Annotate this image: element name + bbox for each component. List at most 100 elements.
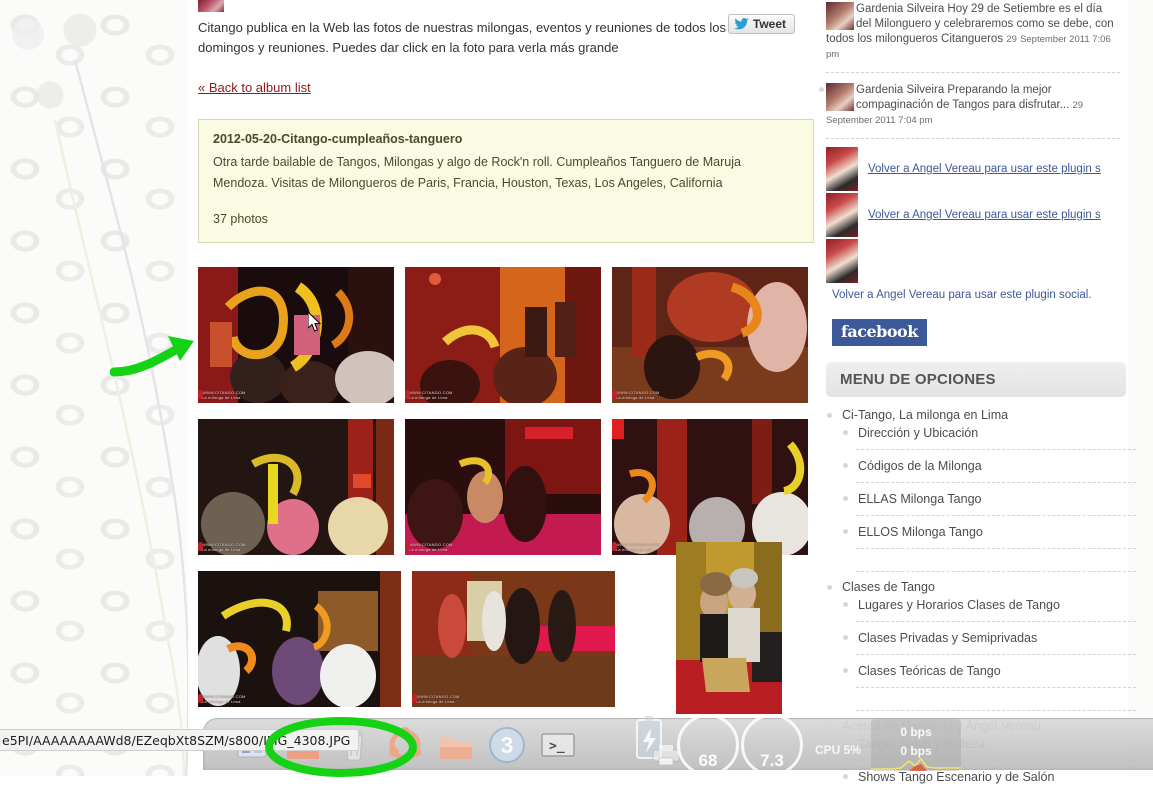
tweet-button[interactable]: Tweet xyxy=(727,14,795,34)
photo-thumbnail[interactable]: WWW.CITANGO.COM La milonga de Lima xyxy=(405,419,601,555)
menu-group-title[interactable]: Ci-Tango, La milonga en Lima xyxy=(842,407,1120,424)
photo-thumbnail[interactable]: WWW.CITANGO.COM La milonga de Lima xyxy=(405,267,601,403)
facebook-post-text: Gardenia Silveira Preparando la mejor co… xyxy=(826,83,1120,128)
photo-thumbnail[interactable]: WWW.CITANGO.COM La milonga de Lima xyxy=(198,571,401,707)
terminal-prompt: >_ xyxy=(549,739,565,754)
menu-item-label: Shows Tango Escenario y de Salón xyxy=(858,770,1055,784)
sidebar-item-clases-privadas[interactable]: Clases Privadas y Semiprivadas xyxy=(842,629,1120,647)
cpu-usage-label: CPU 5% xyxy=(815,743,862,757)
facebook-post-date-inline: 29 xyxy=(1072,100,1084,111)
divider xyxy=(856,621,1136,622)
menu-group-title[interactable]: Clases de Tango xyxy=(842,579,1120,596)
menu-item-label: Lugares y Horarios Clases de Tango xyxy=(858,598,1060,612)
photo-watermark: WWW.CITANGO.COM La milonga de Lima xyxy=(198,694,246,704)
photo-watermark: WWW.CITANGO.COM La milonga de Lima xyxy=(612,542,660,552)
facebook-post-body: Gardenia Silveira Preparando la mejor co… xyxy=(856,84,1070,111)
sidebar-item-lugares-horarios[interactable]: Lugares y Horarios Clases de Tango xyxy=(842,596,1120,614)
photo-watermark: WWW.CITANGO.COM La milonga de Lima xyxy=(198,542,246,552)
facebook-post-text: Gardenia Silveira Hoy 29 de Setiembre es… xyxy=(826,2,1120,62)
temperature-gauge: 68 xyxy=(677,714,739,776)
photo-image xyxy=(676,542,782,714)
bullet-icon xyxy=(819,87,824,92)
divider xyxy=(826,138,1120,139)
photo-watermark: WWW.CITANGO.COM La milonga de Lima xyxy=(612,390,660,400)
menu-item-label: Códigos de la Milonga xyxy=(858,459,982,473)
terminal-icon[interactable]: >_ xyxy=(538,725,578,765)
divider xyxy=(856,571,1136,572)
plugin-link[interactable]: Volver a Angel Vereau para usar este plu… xyxy=(868,209,1101,221)
sidebar-item-ellos[interactable]: ELLOS Milonga Tango xyxy=(842,523,1120,541)
divider xyxy=(856,710,1136,711)
photo-thumbnail[interactable]: WWW.CITANGO.COM La milonga de Lima xyxy=(612,267,808,403)
photo-watermark: WWW.CITANGO.COM La milonga de Lima xyxy=(405,542,453,552)
facebook-post: Gardenia Silveira Hoy 29 de Setiembre es… xyxy=(826,0,1120,68)
photo-image xyxy=(405,267,601,403)
photo-thumbnail[interactable]: WWW.CITANGO.COM La milonga de Lima xyxy=(612,419,808,555)
photo-watermark: WWW.CITANGO.COM La milonga de Lima xyxy=(405,390,453,400)
avatar xyxy=(826,239,858,283)
plugin-row[interactable]: Volver a Angel Vereau para usar este plu… xyxy=(826,193,1120,237)
photo-image xyxy=(198,571,401,707)
photo-image xyxy=(412,571,615,707)
photo-watermark: WWW.CITANGO.COM La milonga de Lima xyxy=(412,694,460,704)
photo-row: WWW.CITANGO.COM La milonga de Lima WWW.C… xyxy=(198,267,808,403)
facebook-logo[interactable]: facebook xyxy=(832,319,927,346)
divider xyxy=(856,687,1136,688)
twitter-bird-icon xyxy=(733,18,749,30)
menu-item-label: ELLAS Milonga Tango xyxy=(858,492,982,506)
divider xyxy=(856,548,1136,549)
divider xyxy=(856,449,1136,450)
bullet-icon xyxy=(843,463,848,468)
facebook-post: Gardenia Silveira Preparando la mejor co… xyxy=(819,81,1120,134)
menu-item-label: ELLOS Milonga Tango xyxy=(858,525,983,539)
bullet-icon xyxy=(843,668,848,673)
photo-thumbnail-portrait[interactable] xyxy=(676,542,782,714)
menu-item-label: Dirección y Ubicación xyxy=(858,426,979,440)
network-monitor-widget: 0 bps 0 bps xyxy=(871,719,961,771)
bullet-icon xyxy=(843,529,848,534)
facebook-post-date: September 2011 7:04 pm xyxy=(826,115,933,126)
photo-image xyxy=(198,419,394,555)
bullet-icon xyxy=(827,413,832,418)
sidebar-item-ellas[interactable]: ELLAS Milonga Tango xyxy=(842,490,1120,508)
photo-watermark: WWW.CITANGO.COM La milonga de Lima xyxy=(198,390,246,400)
avatar xyxy=(826,83,854,111)
back-to-album-list-link[interactable]: « Back to album list xyxy=(198,80,311,95)
plugin-row[interactable] xyxy=(826,239,1120,283)
menu-group: Ci-Tango, La milonga en Lima Dirección y… xyxy=(826,407,1136,572)
photo-image xyxy=(612,419,808,555)
mouse-cursor-icon xyxy=(308,312,321,332)
facebook-post-date-inline: 29 xyxy=(1006,34,1017,45)
plugin-link[interactable]: Volver a Angel Vereau para usar este plu… xyxy=(868,163,1101,175)
menu-item-label: Clases Teóricas de Tango xyxy=(858,664,1001,678)
photo-thumbnail[interactable]: WWW.CITANGO.COM La milonga de Lima xyxy=(198,419,394,555)
intro-paragraph: Citango publica en la Web las fotos de n… xyxy=(198,20,727,55)
photo-thumbnail[interactable]: WWW.CITANGO.COM La milonga de Lima xyxy=(412,571,615,707)
workspace-badge-icon[interactable]: 3 xyxy=(487,725,527,765)
photo-image xyxy=(405,419,601,555)
sidebar-item-direccion[interactable]: Dirección y Ubicación xyxy=(842,424,1120,442)
load-gauge: 7.3 xyxy=(741,714,803,776)
menu-group: Clases de Tango Lugares y Horarios Clase… xyxy=(826,579,1136,711)
annotation-circle xyxy=(265,717,417,777)
album-title: 2012-05-20-Citango-cumpleaños-tanguero xyxy=(213,132,463,146)
bullet-icon xyxy=(827,585,832,590)
divider xyxy=(856,482,1136,483)
sidebar-right-edge xyxy=(1128,0,1153,776)
photo-image xyxy=(198,267,394,403)
divider xyxy=(856,515,1136,516)
plugin-row[interactable]: Volver a Angel Vereau para usar este plu… xyxy=(826,147,1120,191)
bullet-icon xyxy=(843,602,848,607)
network-upload-rate: 0 bps xyxy=(900,725,932,739)
photo-thumbnail[interactable]: WWW.CITANGO.COM La milonga de Lima xyxy=(198,267,394,403)
photo-image xyxy=(612,267,808,403)
sidebar-item-clases-teoricas[interactable]: Clases Teóricas de Tango xyxy=(842,662,1120,680)
bullet-icon xyxy=(843,430,848,435)
gauge-value: 68 xyxy=(698,751,718,770)
bullet-icon xyxy=(843,496,848,501)
sidebar-item-codigos[interactable]: Códigos de la Milonga xyxy=(842,457,1120,475)
plugin-final-text: Volver a Angel Vereau para usar este plu… xyxy=(832,289,1092,301)
background-swirl-decoration xyxy=(12,18,190,776)
folder-orange-icon[interactable] xyxy=(436,725,476,765)
divider xyxy=(826,72,1120,73)
